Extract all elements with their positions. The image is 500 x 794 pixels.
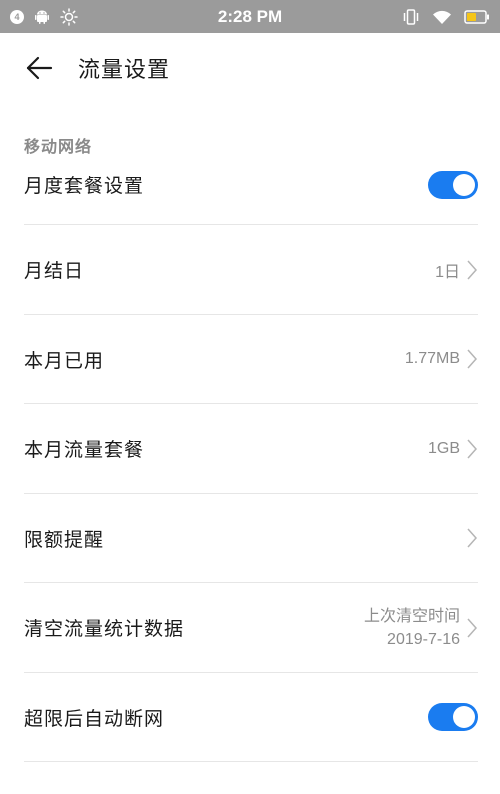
- row-billing-day[interactable]: 月结日 1日: [0, 225, 500, 315]
- row-right: [466, 527, 478, 549]
- row-limit-reminder[interactable]: 限额提醒: [0, 494, 500, 584]
- page-title: 流量设置: [78, 58, 171, 83]
- status-bar-left: 4: [10, 7, 160, 26]
- chevron-right-icon: [466, 259, 478, 281]
- monthly-data-plan-value: 1GB: [427, 439, 460, 457]
- section-header-mobile-network: 移动网络: [24, 137, 93, 156]
- notification-count-badge: 4: [10, 9, 24, 24]
- last-cleared-date: 2019-7-16: [387, 630, 460, 648]
- chevron-right-icon: [466, 438, 478, 460]
- row-right: 1日: [435, 258, 478, 282]
- row-label: 月结日: [24, 260, 85, 283]
- toggle-knob: [453, 174, 475, 196]
- wifi-icon: [432, 9, 452, 25]
- back-arrow-icon: [26, 56, 53, 80]
- monthly-plan-toggle[interactable]: [428, 171, 478, 199]
- status-time: 2:28 PM: [217, 6, 283, 26]
- row-label: 限额提醒: [24, 528, 105, 551]
- row-used-this-month[interactable]: 本月已用 1.77MB: [0, 315, 500, 405]
- vibrate-icon: [402, 8, 420, 26]
- status-bar-right: [340, 8, 490, 26]
- row-label: 月度套餐设置: [24, 175, 145, 197]
- last-cleared-info: 上次清空时间 2019-7-16: [364, 605, 460, 651]
- row-right: 1GB: [428, 438, 478, 460]
- brightness-icon: [60, 7, 78, 26]
- row-label: 本月流量套餐: [24, 439, 145, 462]
- row-monthly-data-plan[interactable]: 本月流量套餐 1GB: [0, 404, 500, 494]
- row-label: 超限后自动断网: [24, 707, 165, 730]
- row-auto-disconnect[interactable]: 超限后自动断网: [0, 673, 500, 763]
- status-bar: 4 2:28 PM: [0, 0, 500, 33]
- screen: 4 2:28 PM 流量设置 移动网络 月度套餐设置 月结日 1日 本月已用 1…: [0, 0, 500, 794]
- row-label: 清空流量统计数据: [24, 618, 185, 641]
- used-this-month-value: 1.77MB: [404, 350, 460, 368]
- row-label: 本月已用: [24, 349, 105, 372]
- auto-disconnect-toggle[interactable]: [428, 703, 478, 732]
- row-clear-data-stats[interactable]: 清空流量统计数据 上次清空时间 2019-7-16: [0, 583, 500, 673]
- billing-day-value: 1日: [435, 263, 460, 281]
- android-icon: [34, 9, 50, 25]
- chevron-right-icon: [466, 527, 478, 549]
- chevron-right-icon: [466, 617, 478, 639]
- back-button[interactable]: [22, 51, 56, 85]
- battery-icon: [464, 9, 490, 24]
- settings-list: 月度套餐设置 月结日 1日 本月已用 1.77MB 本月流量套餐 1GB 限额提…: [0, 161, 500, 762]
- row-right: 上次清空时间 2019-7-16: [364, 605, 478, 651]
- row-monthly-plan-setting[interactable]: 月度套餐设置: [0, 161, 500, 225]
- app-header: 流量设置: [0, 33, 500, 103]
- last-cleared-label: 上次清空时间: [363, 607, 460, 625]
- toggle-knob: [453, 706, 475, 729]
- row-right: 1.77MB: [405, 348, 478, 370]
- chevron-right-icon: [466, 348, 478, 370]
